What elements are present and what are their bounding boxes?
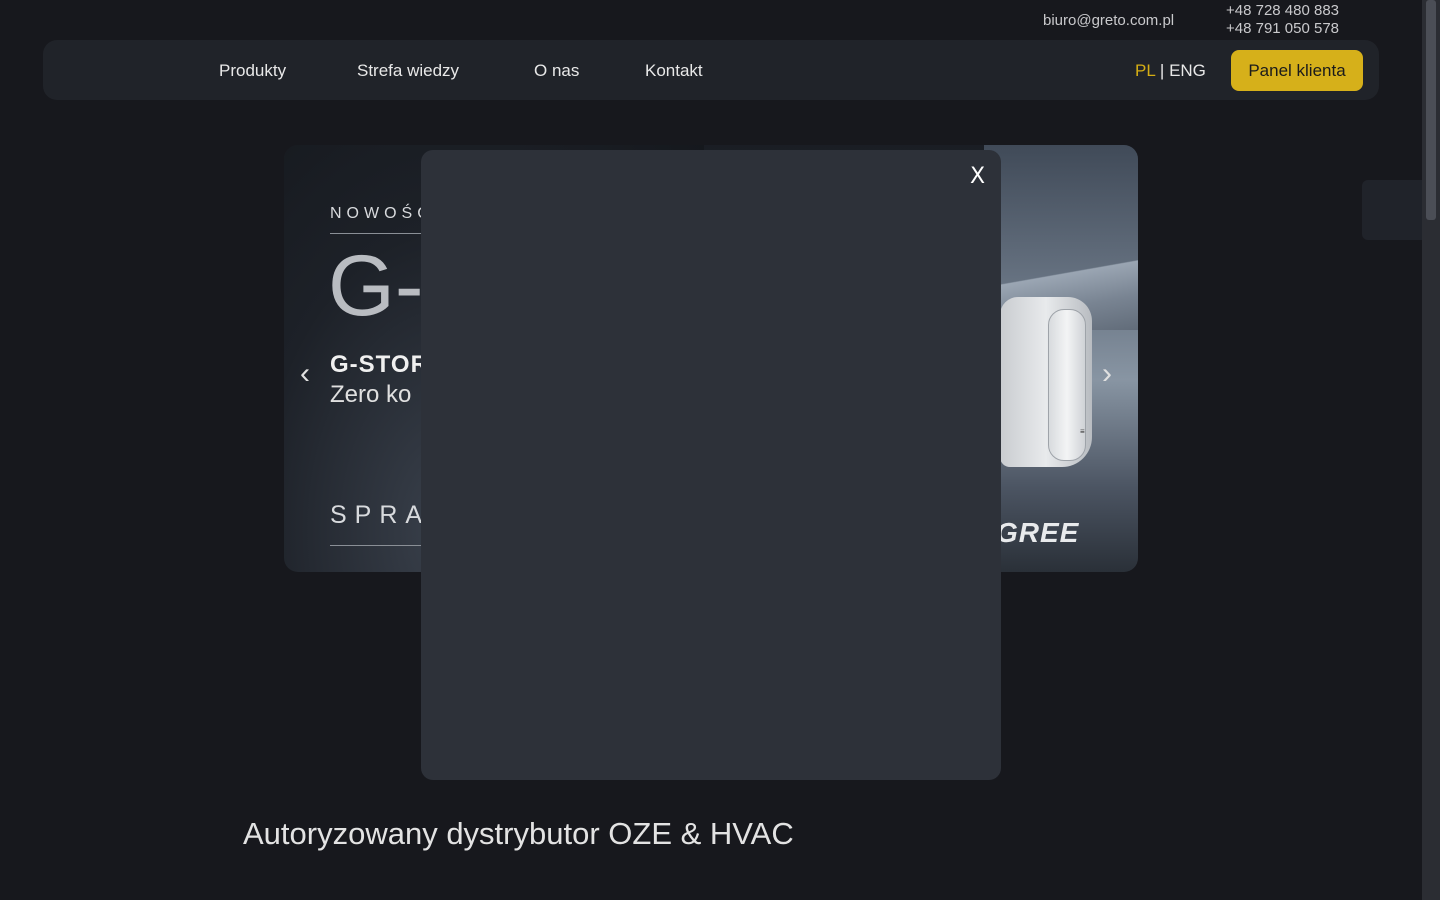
modal-close-icon[interactable]: X bbox=[970, 164, 985, 189]
lang-pl-link[interactable]: PL bbox=[1135, 61, 1155, 80]
popup-modal: X bbox=[421, 150, 1001, 780]
language-switcher: PL | ENG bbox=[1135, 61, 1206, 81]
slide-kicker: NOWOŚĆ bbox=[330, 205, 434, 222]
carousel-prev-arrow-icon[interactable]: ‹ bbox=[300, 357, 310, 391]
nav-item-kontakt[interactable]: Kontakt bbox=[645, 61, 703, 81]
contact-phones: +48 728 480 883 +48 791 050 578 bbox=[1226, 2, 1339, 38]
phone-link-1[interactable]: +48 728 480 883 bbox=[1226, 2, 1339, 20]
main-navigation: Produkty Strefa wiedzy O nas Kontakt PL … bbox=[43, 40, 1379, 100]
scrollbar-thumb[interactable] bbox=[1426, 0, 1436, 220]
ac-indicator-icon: ≡ bbox=[1080, 427, 1085, 436]
carousel-next-arrow-icon[interactable]: › bbox=[1102, 357, 1112, 391]
side-widget-tab[interactable] bbox=[1362, 180, 1422, 240]
top-contact-bar: biuro@greto.com.pl +48 728 480 883 +48 7… bbox=[0, 0, 1422, 40]
air-conditioner-image: ≡ bbox=[1000, 297, 1092, 467]
gree-logo: GREE bbox=[996, 517, 1080, 548]
page-scrollbar[interactable] bbox=[1422, 0, 1440, 900]
slide-big-title: G- bbox=[328, 238, 424, 334]
nav-item-o-nas[interactable]: O nas bbox=[534, 61, 579, 81]
client-panel-button[interactable]: Panel klienta bbox=[1231, 50, 1363, 91]
ac-vent bbox=[1048, 309, 1086, 461]
lang-eng-link[interactable]: ENG bbox=[1169, 61, 1206, 80]
lang-separator: | bbox=[1159, 61, 1165, 80]
phone-link-2[interactable]: +48 791 050 578 bbox=[1226, 20, 1339, 38]
slide-product-name: G-STOR bbox=[330, 351, 429, 378]
page-heading: Autoryzowany dystrybutor OZE & HVAC bbox=[243, 816, 794, 851]
nav-item-strefa-wiedzy[interactable]: Strefa wiedzy bbox=[357, 61, 459, 81]
nav-item-produkty[interactable]: Produkty bbox=[219, 61, 286, 81]
contact-email-link[interactable]: biuro@greto.com.pl bbox=[1043, 12, 1174, 29]
slide-tagline: Zero ko bbox=[330, 381, 412, 408]
